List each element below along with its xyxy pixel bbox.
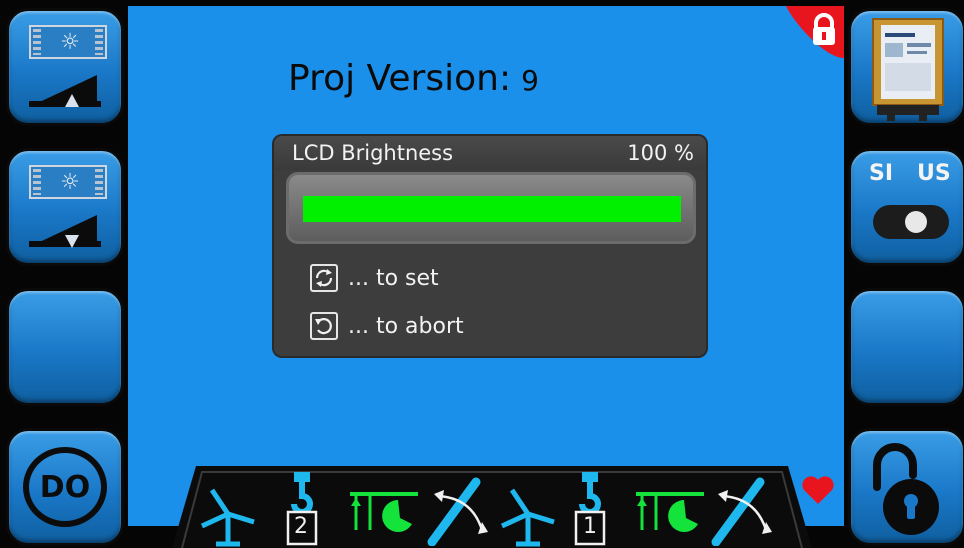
trolley-icon: [350, 492, 418, 532]
abort-action-row: ... to abort: [310, 310, 464, 342]
sun-icon: ☼: [60, 170, 80, 195]
rotate-back-icon: [310, 312, 338, 340]
project-version-value: 9: [521, 64, 539, 97]
device-info-button[interactable]: [848, 8, 964, 126]
brightness-value: 100 %: [627, 141, 694, 165]
ramp-down-icon: [29, 215, 101, 248]
abort-action-label: ... to abort: [348, 313, 464, 339]
boom-angle-icon: [427, 477, 488, 546]
display-brightness-icon: ☼: [29, 25, 107, 59]
us-label: US: [917, 161, 951, 186]
hmi-screen: ☼ ☼ DO SI US Proj Version: 9 LCD Brightn…: [0, 0, 964, 548]
do-label: DO: [23, 447, 107, 527]
set-action-row: ... to set: [310, 262, 439, 294]
boom-angle-icon: [711, 477, 772, 546]
blank-right-button[interactable]: [848, 288, 964, 406]
unlock-icon: [873, 443, 939, 535]
brightness-down-button[interactable]: ☼: [6, 148, 124, 266]
lock-status-icon: [786, 6, 844, 58]
wind-turbine-icon: [500, 488, 555, 547]
heartbeat-icon: [802, 476, 834, 504]
brightness-bar-track: [303, 196, 681, 222]
set-action-label: ... to set: [348, 265, 439, 291]
hook-number-1: 1: [583, 514, 597, 539]
toggle-knob: [905, 211, 927, 233]
hook-number-2: 2: [294, 514, 308, 539]
unlock-button[interactable]: [848, 428, 964, 546]
wind-turbine-icon: [200, 488, 255, 547]
brightness-up-button[interactable]: ☼: [6, 8, 124, 126]
brightness-dialog: LCD Brightness 100 % ... to set ... to a…: [274, 136, 706, 356]
project-version-title: Proj Version: 9: [288, 58, 539, 99]
brightness-bar-frame: [286, 172, 696, 244]
rotate-confirm-icon: [310, 264, 338, 292]
units-toggle-switch: [873, 205, 949, 239]
dialog-header: LCD Brightness 100 %: [274, 136, 706, 170]
trolley-icon: [636, 492, 704, 532]
sun-icon: ☼: [60, 30, 80, 55]
units-toggle-button[interactable]: SI US: [848, 148, 964, 266]
controller-device-icon: [872, 18, 944, 121]
do-button[interactable]: DO: [6, 428, 124, 546]
brightness-bar-fill: [303, 196, 681, 222]
display-brightness-icon: ☼: [29, 165, 107, 199]
si-label: SI: [869, 161, 894, 186]
blank-left-button[interactable]: [6, 288, 124, 406]
dialog-title: LCD Brightness: [292, 141, 454, 165]
project-version-label: Proj Version:: [288, 58, 512, 99]
ramp-up-icon: [29, 75, 101, 107]
